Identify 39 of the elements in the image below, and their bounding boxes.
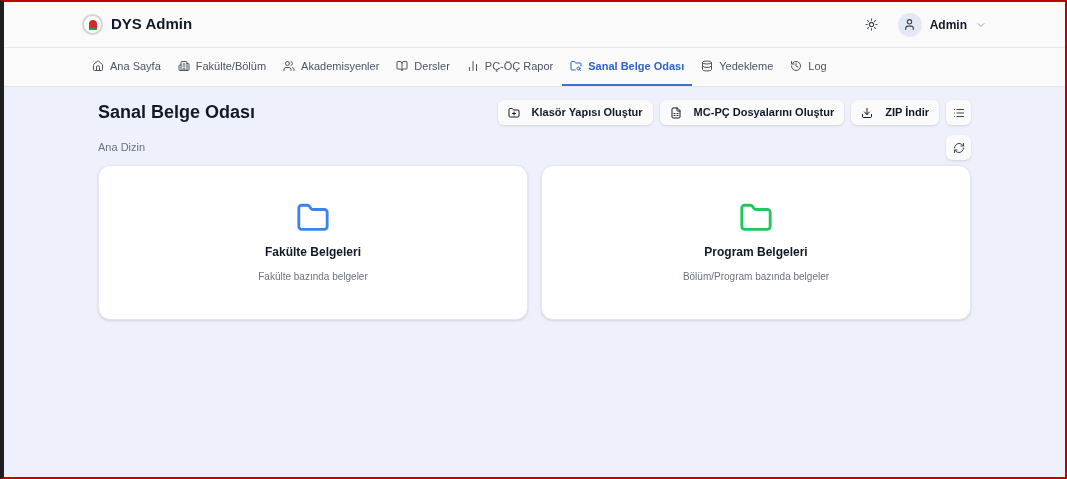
nav-tab[interactable]: Sanal Belge Odası xyxy=(562,48,693,86)
spreadsheet-icon xyxy=(669,106,682,119)
nav-tab[interactable]: Akademisyenler xyxy=(275,48,388,86)
nav-tab[interactable]: Log xyxy=(782,48,835,86)
folder-search-icon xyxy=(570,60,583,72)
users-icon xyxy=(283,60,296,72)
brand-name: DYS Admin xyxy=(111,14,193,35)
history-icon xyxy=(790,60,803,72)
page-title: Sanal Belge Odası xyxy=(98,101,256,124)
home-icon xyxy=(92,60,104,72)
folder-card[interactable]: Program Belgeleri Bölüm/Program bazında belgeler xyxy=(541,165,971,320)
action-button[interactable]: Klasör Yapısı Oluştur xyxy=(497,100,653,125)
refresh-icon xyxy=(952,141,965,154)
list-view-button[interactable] xyxy=(946,100,971,125)
folder-description: Bölüm/Program bazında belgeler xyxy=(682,270,830,284)
logo-icon xyxy=(82,14,103,35)
book-icon xyxy=(396,60,409,72)
download-icon xyxy=(861,106,874,119)
action-button[interactable]: ZIP İndir xyxy=(851,100,939,125)
folder-title: Fakülte Belgeleri xyxy=(264,244,361,261)
refresh-button[interactable] xyxy=(946,135,971,160)
action-button[interactable]: MC-PÇ Dosyalarını Oluştur xyxy=(659,100,845,125)
nav-tab[interactable]: Fakülte/Bölüm xyxy=(169,48,275,86)
bar-chart-icon xyxy=(466,60,479,72)
nav-tab[interactable]: Ana Sayfa xyxy=(84,48,169,86)
list-icon xyxy=(952,106,965,119)
nav-tab[interactable]: PÇ-ÖÇ Rapor xyxy=(458,48,562,86)
building-icon xyxy=(177,60,190,72)
nav-tab[interactable]: Dersler xyxy=(388,48,458,86)
user-icon xyxy=(903,18,917,31)
folder-plus-icon xyxy=(507,106,520,119)
folder-title: Program Belgeleri xyxy=(704,244,808,261)
database-icon xyxy=(701,60,714,72)
folder-card[interactable]: Fakülte Belgeleri Fakülte bazında belgeler xyxy=(98,165,528,320)
user-menu[interactable]: Admin xyxy=(897,12,987,37)
folder-description: Fakülte bazında belgeler xyxy=(258,270,368,284)
nav-tab[interactable]: Yedekleme xyxy=(693,48,782,86)
breadcrumb[interactable]: Ana Dizin xyxy=(98,139,146,156)
theme-toggle-icon[interactable] xyxy=(864,18,878,31)
